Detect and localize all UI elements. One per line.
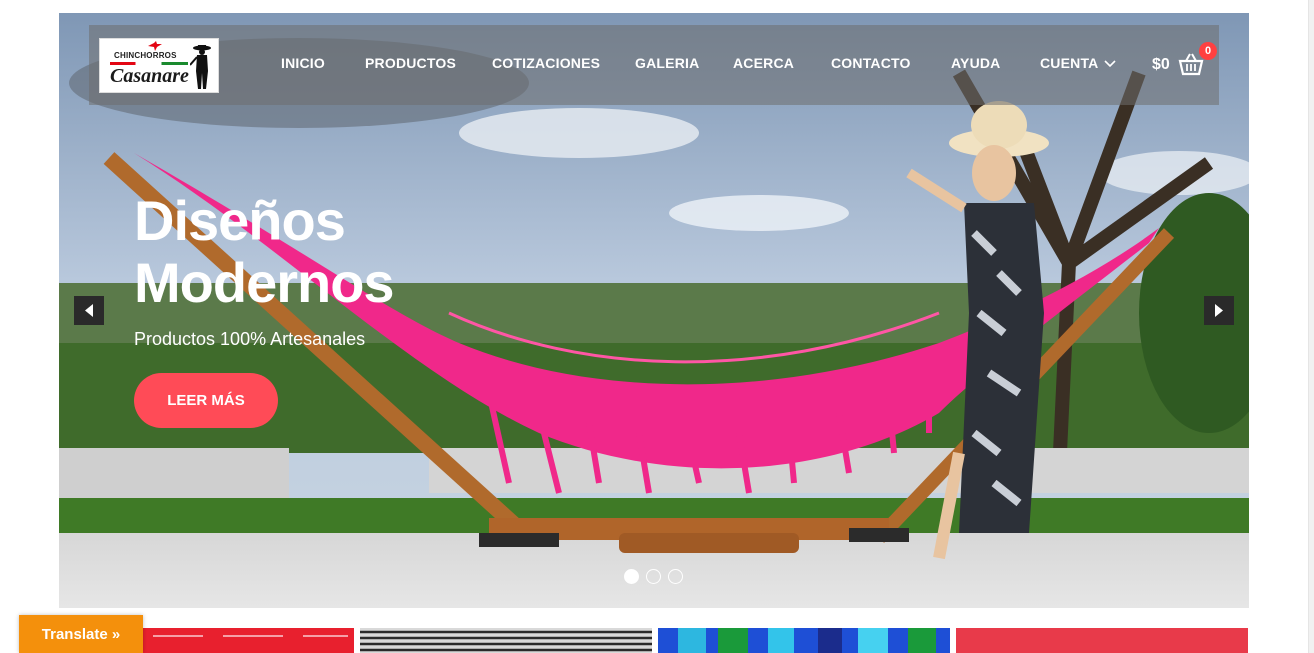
slider-dot-3[interactable] <box>668 569 683 584</box>
cowboy-icon <box>190 45 211 89</box>
nav-item-productos[interactable]: PRODUCTOS <box>365 55 456 71</box>
hero-subtitle: Productos 100% Artesanales <box>134 329 366 349</box>
nav-item-inicio[interactable]: INICIO <box>281 55 325 71</box>
cart-count-badge: 0 <box>1199 42 1217 60</box>
bird-icon <box>148 41 162 51</box>
arrow-right-icon <box>1215 304 1223 317</box>
slider-prev-button[interactable] <box>74 296 104 325</box>
chevron-down-icon[interactable] <box>1103 56 1117 70</box>
product-thumbnail-blue-green[interactable] <box>658 628 950 653</box>
logo-small-text: CHINCHORROS <box>114 51 177 60</box>
nav-item-acerca[interactable]: ACERCA <box>733 55 794 71</box>
slider-dot-1[interactable] <box>624 569 639 584</box>
hero-title-line2: Modernos <box>134 251 395 314</box>
page-scrollbar[interactable] <box>1308 0 1314 653</box>
slider-dot-2[interactable] <box>646 569 661 584</box>
hero-title-line1: Diseños <box>134 189 346 252</box>
page: CHINCHORROS Casanare INICIO PRODUCTOS CO… <box>0 0 1314 653</box>
cart-total[interactable]: $0 <box>1152 56 1170 74</box>
nav-item-galeria[interactable]: GALERIA <box>635 55 699 71</box>
site-logo[interactable]: CHINCHORROS Casanare <box>99 38 219 93</box>
product-thumbnail-red[interactable] <box>143 628 354 653</box>
read-more-button[interactable]: LEER MÁS <box>134 373 278 428</box>
slider-next-button[interactable] <box>1204 296 1234 325</box>
logo-main-text: Casanare <box>110 65 189 87</box>
nav-item-cuenta[interactable]: CUENTA <box>1040 55 1099 71</box>
translate-button[interactable]: Translate » <box>19 615 143 653</box>
nav-item-ayuda[interactable]: AYUDA <box>951 55 1001 71</box>
nav-item-cotizaciones[interactable]: COTIZACIONES <box>492 55 600 71</box>
product-thumbnail-pink[interactable] <box>956 628 1248 653</box>
arrow-left-icon <box>85 304 93 317</box>
product-thumbnail-black-white[interactable] <box>360 628 652 653</box>
nav-item-contacto[interactable]: CONTACTO <box>831 55 911 71</box>
hero-title: Diseños Modernos <box>134 189 395 314</box>
